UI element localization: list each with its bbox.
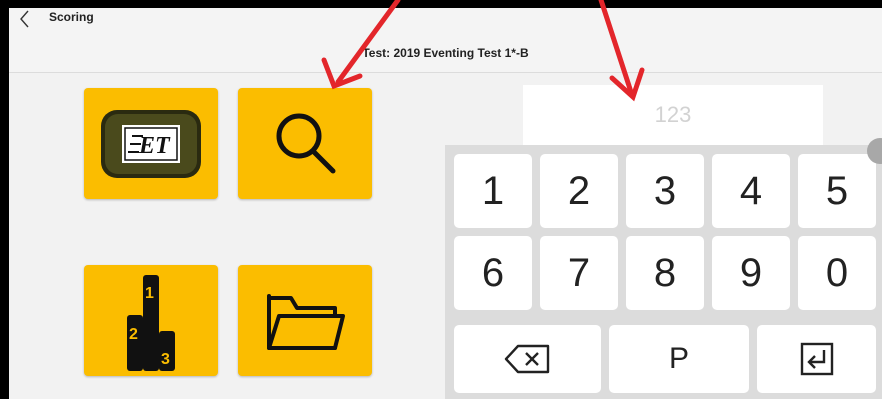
podium-label-second: 2	[129, 326, 138, 343]
key-0[interactable]: 0	[798, 236, 876, 310]
enter-key[interactable]	[757, 325, 876, 393]
back-button[interactable]	[15, 8, 35, 30]
search-icon	[276, 113, 336, 173]
key-4[interactable]: 4	[712, 154, 790, 228]
chevron-left-icon	[20, 10, 29, 28]
results-podium-tile[interactable]: 2 1 3	[84, 265, 218, 376]
header-bar: Scoring Test: 2019 Eventing Test 1*-B	[9, 8, 882, 73]
et-logo-text: ET	[138, 133, 171, 159]
et-logo-icon: ET	[101, 109, 201, 178]
test-title: Test: 2019 Eventing Test 1*-B	[362, 46, 529, 60]
folder-tile[interactable]	[238, 265, 372, 376]
key-7[interactable]: 7	[540, 236, 618, 310]
key-8[interactable]: 8	[626, 236, 704, 310]
key-3[interactable]: 3	[626, 154, 704, 228]
et-logo-tile[interactable]: ET	[84, 88, 218, 199]
folder-icon	[267, 293, 345, 350]
key-6[interactable]: 6	[454, 236, 532, 310]
backspace-key[interactable]	[454, 325, 601, 393]
p-key[interactable]: P	[609, 325, 749, 393]
podium-label-third: 3	[161, 351, 170, 368]
key-5[interactable]: 5	[798, 154, 876, 228]
enter-icon	[800, 342, 833, 376]
key-9[interactable]: 9	[712, 236, 790, 310]
competitor-number-input[interactable]	[523, 85, 823, 145]
key-1[interactable]: 1	[454, 154, 532, 228]
app-title: Scoring	[49, 10, 94, 24]
search-tile[interactable]	[238, 88, 372, 199]
podium-icon: 2 1 3	[127, 274, 175, 371]
tablet-screen: Scoring Test: 2019 Eventing Test 1*-B ET…	[9, 8, 882, 399]
podium-label-first: 1	[145, 285, 154, 302]
backspace-icon	[504, 344, 549, 374]
numeric-keypad: 1 2 3 4 5 6 7 8 9 0 P	[445, 145, 882, 399]
key-2[interactable]: 2	[540, 154, 618, 228]
